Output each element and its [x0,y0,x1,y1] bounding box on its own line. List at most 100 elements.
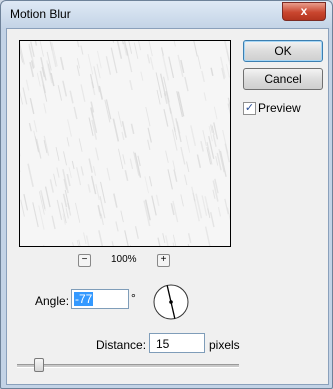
blur-streak [201,70,205,83]
blur-streak [225,64,230,78]
blur-streak [203,92,207,101]
blur-streak [72,242,74,246]
blur-streak [167,169,173,190]
distance-input[interactable]: 15 [149,333,205,353]
title-bar[interactable]: Motion Blur x [1,1,332,27]
blur-streak [83,232,87,245]
blur-streak [209,212,215,228]
blur-streak [55,147,60,161]
blur-streak [210,67,214,76]
ok-button[interactable]: OK [243,40,323,62]
blur-streak [224,198,229,215]
blur-texture [20,41,230,246]
blur-streak [98,230,104,246]
blur-streak [57,85,63,101]
distance-value: 15 [156,337,170,351]
blur-streak [116,41,123,59]
blur-streak [51,215,56,230]
close-button[interactable]: x [282,2,326,21]
blur-streak [78,239,81,246]
zoom-level: 100% [111,254,137,265]
distance-unit: pixels [209,338,240,352]
distance-slider-track[interactable] [17,364,239,368]
blur-streak [160,47,164,56]
blur-streak [59,56,65,71]
blur-streak [133,42,139,60]
blur-streak [212,134,217,147]
blur-streak [184,174,188,186]
blur-streak [80,84,86,102]
blur-streak [162,233,166,244]
blur-streak [113,193,118,208]
blur-streak [71,160,75,170]
blur-streak [151,195,157,216]
preview-checkbox[interactable]: ✓ [243,102,256,115]
blur-streak [65,208,69,219]
blur-streak [39,41,44,57]
dialog-body: OK Cancel ✓ Preview − 100% + Angle: -77 … [6,28,329,385]
blur-streak [171,129,178,151]
blur-streak [146,54,151,64]
blur-streak [172,160,176,170]
blur-streak [56,167,60,178]
blur-streak [29,98,35,115]
blur-streak [23,194,29,211]
blur-streak [92,166,97,176]
blur-streak [49,179,54,193]
blur-streak [200,140,204,152]
blur-streak [43,103,47,114]
blur-streak [195,193,203,219]
blur-streak [129,80,133,91]
blur-streak [149,57,154,70]
blur-streak [34,41,38,46]
dialog-title: Motion Blur [10,7,71,21]
blur-streak [227,207,230,221]
blur-streak [88,158,93,173]
angle-label: Angle: [35,294,70,308]
blur-streak [148,176,153,187]
blur-streak [202,130,207,147]
blur-streak [76,41,80,48]
blur-streak [184,76,189,92]
blur-streak [121,131,125,141]
blur-streak [62,168,69,194]
blur-streak [87,53,94,75]
blur-streak [44,186,51,208]
blur-streak [33,119,38,133]
blur-streak [112,118,120,142]
blur-streak [90,175,97,195]
blur-streak [193,41,198,57]
preview-image[interactable] [19,40,231,247]
blur-streak [148,41,153,57]
blur-streak [105,56,112,75]
distance-slider-thumb[interactable] [34,358,44,372]
blur-streak [129,158,134,170]
blur-streak [49,41,53,51]
angle-input[interactable]: -77 [71,289,129,309]
blur-streak [224,41,230,62]
blur-streak [121,41,125,45]
blur-streak [69,90,74,104]
blur-streak [219,150,227,177]
blur-streak [110,47,118,74]
blur-streak [204,226,211,246]
blur-streak [115,221,119,232]
angle-value: -77 [74,292,94,306]
blur-streak [66,173,71,187]
blur-streak [155,194,160,207]
blur-streak [162,54,170,81]
zoom-in-button[interactable]: + [157,254,170,267]
blur-streak [32,202,39,228]
blur-streak [120,210,124,223]
blur-streak [106,167,111,181]
blur-streak [164,235,169,246]
blur-streak [192,192,196,202]
blur-streak [180,146,186,165]
blur-streak [117,148,124,170]
angle-dial[interactable] [152,283,190,321]
cancel-button[interactable]: Cancel [243,68,323,90]
blur-streak [213,106,218,120]
blur-streak [42,244,45,246]
blur-streak [28,122,32,132]
zoom-out-button[interactable]: − [78,254,91,267]
